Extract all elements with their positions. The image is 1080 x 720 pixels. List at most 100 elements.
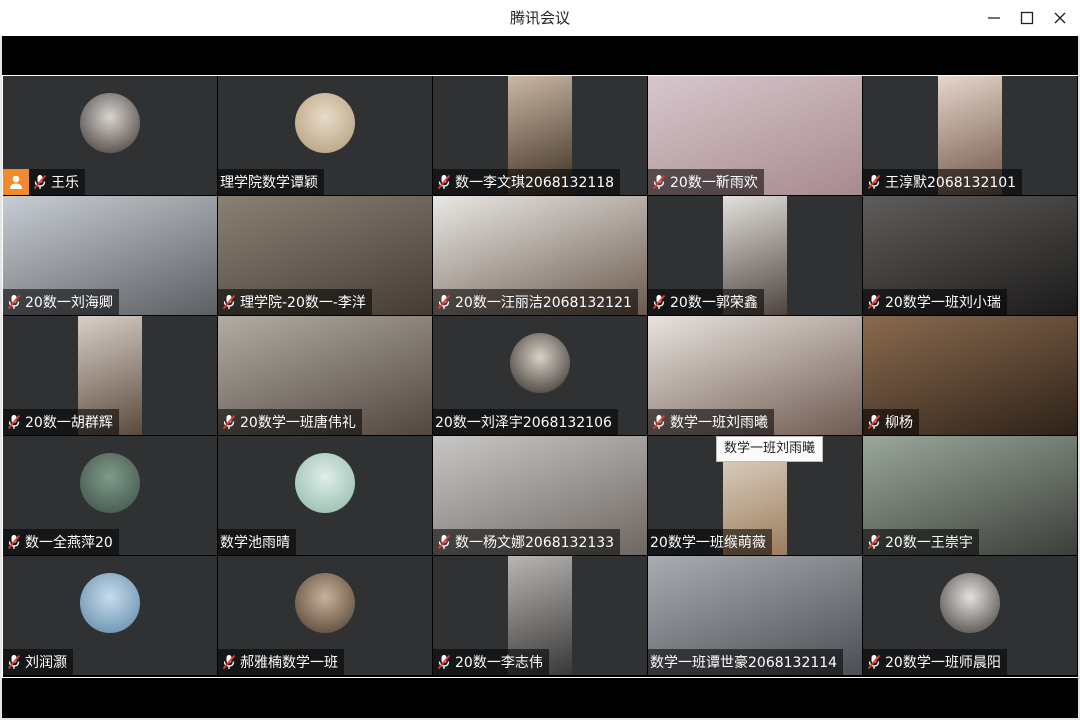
participant-name-label: 20数学一班师晨阳 xyxy=(863,649,1007,675)
microphone-muted-icon xyxy=(648,289,670,315)
participant-tile[interactable]: 20数学一班师晨阳 xyxy=(863,556,1077,675)
participant-name: 郝雅楠数学一班 xyxy=(240,655,338,671)
participant-name-label: 数一全燕萍20 xyxy=(3,529,119,555)
microphone-muted-icon xyxy=(3,649,25,675)
participant-name: 20数学一班师晨阳 xyxy=(885,655,1001,671)
video-grid: 王乐 理学院数学谭颖 数一李文琪2068132118 20数一靳雨欢 王淳默206813… xyxy=(3,76,1078,677)
microphone-muted-icon xyxy=(29,169,51,195)
microphone-muted-icon xyxy=(648,169,670,195)
participant-tile[interactable]: 王淳默2068132101 xyxy=(863,76,1077,195)
participant-avatar xyxy=(295,453,355,513)
participant-name: 数学一班谭世豪2068132114 xyxy=(650,655,838,671)
minimize-button[interactable] xyxy=(982,6,1006,30)
participant-name-label: 20数一郭荣鑫 xyxy=(648,289,764,315)
participant-tile[interactable]: 20数一刘泽宇2068132106 xyxy=(433,316,647,435)
participant-name-label: 数学一班刘雨曦 xyxy=(648,409,774,435)
participant-name: 20数一汪丽洁2068132121 xyxy=(455,295,632,311)
participant-avatar xyxy=(80,573,140,633)
participant-name: 刘润灏 xyxy=(25,655,67,671)
participant-name: 20数一李志伟 xyxy=(455,655,543,671)
participant-name-label: 数学池雨晴 xyxy=(218,529,296,555)
participant-tile[interactable]: 数一李文琪2068132118 xyxy=(433,76,647,195)
participant-tile[interactable]: 数学一班刘雨曦 xyxy=(648,316,862,435)
participant-name-label: 20数学一班唐伟礼 xyxy=(218,409,362,435)
participant-name: 20数学一班缑萌薇 xyxy=(650,535,766,551)
name-tooltip: 数学一班刘雨曦 xyxy=(716,436,824,462)
participant-tile[interactable]: 20数学一班唐伟礼 xyxy=(218,316,432,435)
participant-tile[interactable]: 理学院-20数一-李洋 xyxy=(218,196,432,315)
microphone-muted-icon xyxy=(648,409,670,435)
microphone-muted-icon xyxy=(433,649,455,675)
microphone-muted-icon xyxy=(3,529,25,555)
microphone-muted-icon xyxy=(433,169,455,195)
participant-name: 20数一王崇宇 xyxy=(885,535,973,551)
microphone-muted-icon xyxy=(218,409,240,435)
participant-tile[interactable]: 王乐 xyxy=(3,76,217,195)
window-border-left xyxy=(0,36,2,720)
microphone-muted-icon xyxy=(863,409,885,435)
participant-name-label: 郝雅楠数学一班 xyxy=(218,649,344,675)
participant-name-label: 20数学一班缑萌薇 xyxy=(648,529,772,555)
participant-tile[interactable]: 20数一刘海卿 xyxy=(3,196,217,315)
participant-tile[interactable]: 数学一班谭世豪2068132114 xyxy=(648,556,862,675)
microphone-muted-icon xyxy=(218,289,240,315)
participant-avatar xyxy=(940,573,1000,633)
participant-name-label: 理学院数学谭颖 xyxy=(218,169,324,195)
participant-name: 20数一胡群辉 xyxy=(25,415,113,431)
participant-name: 20数一靳雨欢 xyxy=(670,175,758,191)
participant-name: 数一李文琪2068132118 xyxy=(455,175,615,191)
participant-tile[interactable]: 20数一汪丽洁2068132121 xyxy=(433,196,647,315)
microphone-muted-icon xyxy=(433,529,455,555)
microphone-muted-icon xyxy=(863,169,885,195)
participant-tile[interactable]: 20数一李志伟 xyxy=(433,556,647,675)
maximize-button[interactable] xyxy=(1015,6,1039,30)
participant-name-label: 20数学一班刘小瑞 xyxy=(863,289,1007,315)
participant-name-label: 20数一刘海卿 xyxy=(3,289,119,315)
participant-name: 数一全燕萍20 xyxy=(25,535,113,551)
participant-name: 20数学一班刘小瑞 xyxy=(885,295,1001,311)
participant-name-label: 柳杨 xyxy=(863,409,919,435)
participant-tile[interactable]: 20数一胡群辉 xyxy=(3,316,217,435)
participant-name: 理学院数学谭颖 xyxy=(220,175,318,191)
participant-name: 20数学一班唐伟礼 xyxy=(240,415,356,431)
participant-tile[interactable]: 数学池雨晴 xyxy=(218,436,432,555)
microphone-muted-icon xyxy=(863,529,885,555)
participant-tile[interactable]: 数一杨文娜2068132133 xyxy=(433,436,647,555)
participant-tile[interactable]: 理学院数学谭颖 xyxy=(218,76,432,195)
close-button[interactable] xyxy=(1048,6,1072,30)
participant-name-label: 20数一王崇宇 xyxy=(863,529,979,555)
participant-tile[interactable]: 郝雅楠数学一班 xyxy=(218,556,432,675)
participant-name-label: 20数一靳雨欢 xyxy=(648,169,764,195)
microphone-muted-icon xyxy=(218,649,240,675)
participant-tile[interactable]: 刘润灏 xyxy=(3,556,217,675)
participant-tile[interactable]: 20数一靳雨欢 xyxy=(648,76,862,195)
participant-name-label: 数一李文琪2068132118 xyxy=(433,169,621,195)
participant-name-label: 20数一汪丽洁2068132121 xyxy=(433,289,638,315)
participant-name-label: 王淳默2068132101 xyxy=(863,169,1023,195)
microphone-muted-icon xyxy=(863,649,885,675)
microphone-muted-icon xyxy=(3,289,25,315)
window-title: 腾讯会议 xyxy=(509,9,570,27)
participant-name-label: 刘润灏 xyxy=(3,649,73,675)
minimize-icon xyxy=(988,17,1000,19)
participant-name: 20数一郭荣鑫 xyxy=(670,295,758,311)
participant-name: 20数一刘泽宇2068132106 xyxy=(435,415,612,431)
participant-name-label: 20数一李志伟 xyxy=(433,649,549,675)
participant-name: 柳杨 xyxy=(885,415,913,431)
participant-tile[interactable]: 数一全燕萍20 xyxy=(3,436,217,555)
participant-avatar xyxy=(80,453,140,513)
participant-name: 王淳默2068132101 xyxy=(885,175,1017,191)
participant-name: 王乐 xyxy=(51,175,79,191)
participant-name-label: 数学一班谭世豪2068132114 xyxy=(648,649,844,675)
top-toolbar-area xyxy=(2,36,1078,75)
participant-name: 数一杨文娜2068132133 xyxy=(455,535,615,551)
participant-tile[interactable]: 20数一王崇宇 xyxy=(863,436,1077,555)
participant-tile[interactable]: 20数一郭荣鑫 xyxy=(648,196,862,315)
title-bar: 腾讯会议 xyxy=(0,0,1080,36)
close-icon xyxy=(1054,12,1066,24)
participant-name: 数学一班刘雨曦 xyxy=(670,415,768,431)
microphone-muted-icon xyxy=(3,409,25,435)
participant-tile[interactable]: 柳杨 xyxy=(863,316,1077,435)
participant-tile[interactable]: 20数学一班刘小瑞 xyxy=(863,196,1077,315)
participant-name: 20数一刘海卿 xyxy=(25,295,113,311)
